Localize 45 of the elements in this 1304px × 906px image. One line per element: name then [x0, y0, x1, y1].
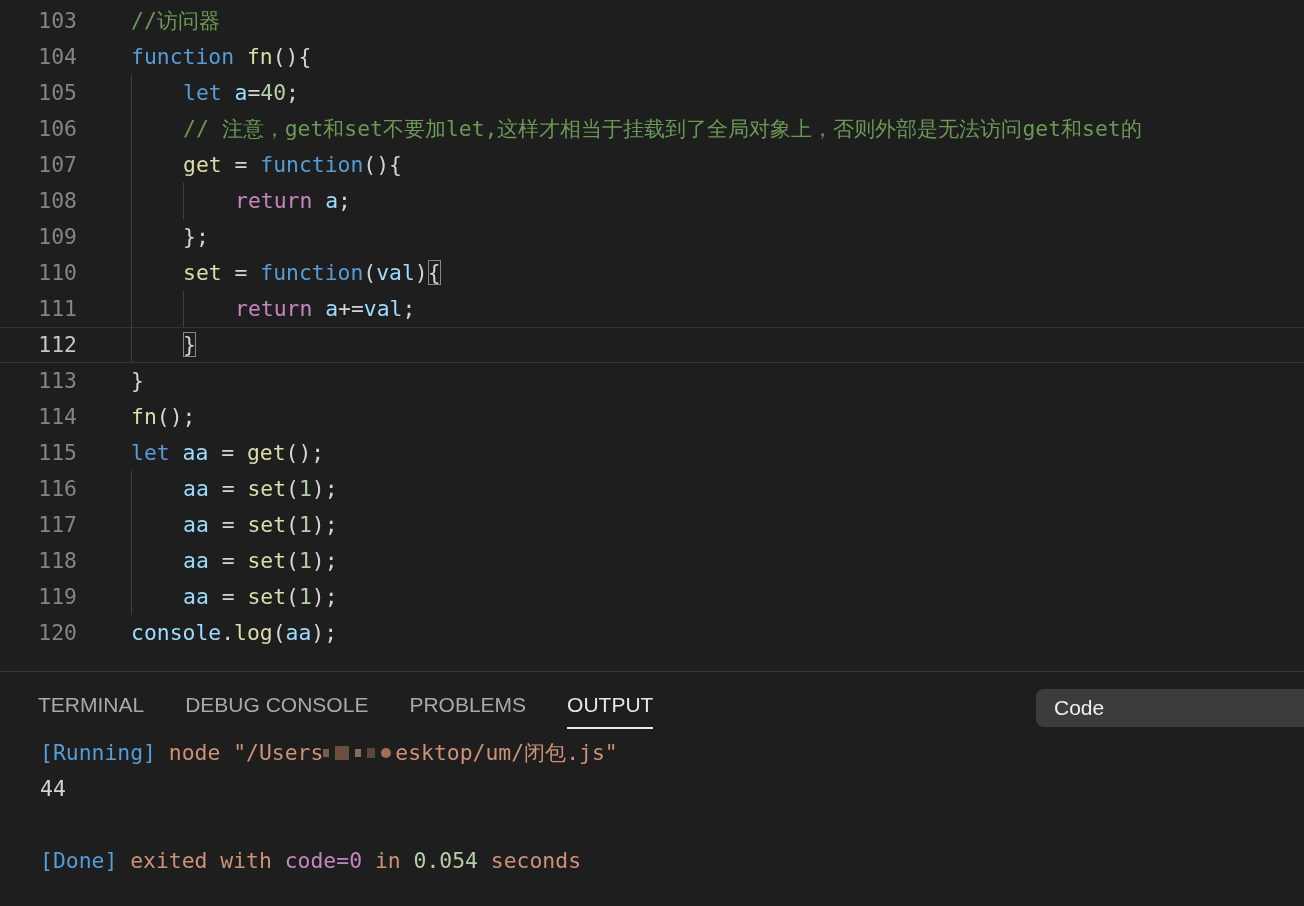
code-line: aa = set(1);: [183, 582, 338, 611]
line-number: 114: [37, 402, 77, 431]
output-text: 44: [40, 774, 66, 803]
code-line: aa = set(1);: [183, 474, 338, 503]
panel-tab[interactable]: TERMINAL: [38, 689, 145, 729]
code-line: set = function(val){: [183, 258, 441, 287]
code-line: function fn(){: [131, 42, 312, 71]
code-line: }: [183, 330, 196, 359]
line-number: 104: [37, 42, 77, 71]
output-text: [Running] node "/Users: [40, 738, 324, 767]
line-number: 109: [37, 222, 77, 251]
line-number: 108: [37, 186, 77, 215]
code-comment: // 注意，get和set不要加let,这样才相当于挂载到了全局对象上，否则外部是无法访问get和set的: [183, 114, 1142, 143]
panel-tab[interactable]: DEBUG CONSOLE: [185, 689, 369, 729]
line-number: 103: [37, 6, 77, 35]
line-number: 119: [37, 582, 77, 611]
code-comment: //访问器: [131, 6, 220, 35]
line-number: 115: [37, 438, 77, 467]
code-line: }: [131, 366, 144, 395]
line-number: 116: [37, 474, 77, 503]
line-number: 110: [37, 258, 77, 287]
line-number: 118: [37, 546, 77, 575]
line-number: 105: [37, 78, 77, 107]
panel-tab[interactable]: PROBLEMS: [409, 689, 527, 729]
code-line: fn();: [131, 402, 196, 431]
code-line: get = function(){: [183, 150, 402, 179]
channel-dropdown[interactable]: Code: [1036, 689, 1304, 727]
code-line: return a+=val;: [235, 294, 416, 323]
panel-tab[interactable]: OUTPUT: [567, 689, 654, 729]
output-text: [Done] exited with code=0 in 0.054 seconds: [40, 846, 581, 875]
line-number: 112: [37, 330, 77, 359]
line-number: 111: [37, 294, 77, 323]
line-number: 106: [37, 114, 77, 143]
line-number: 117: [37, 510, 77, 539]
code-line: return a;: [235, 186, 351, 215]
line-number: 113: [37, 366, 77, 395]
line-number: 107: [37, 150, 77, 179]
code-line: aa = set(1);: [183, 510, 338, 539]
code-line: let aa = get();: [131, 438, 325, 467]
line-number: 120: [37, 618, 77, 647]
code-line: console.log(aa);: [131, 618, 338, 647]
code-line: aa = set(1);: [183, 546, 338, 575]
output-text: esktop/um/闭包.js": [395, 738, 618, 767]
code-line: let a=40;: [183, 78, 299, 107]
code-line: };: [183, 222, 209, 251]
